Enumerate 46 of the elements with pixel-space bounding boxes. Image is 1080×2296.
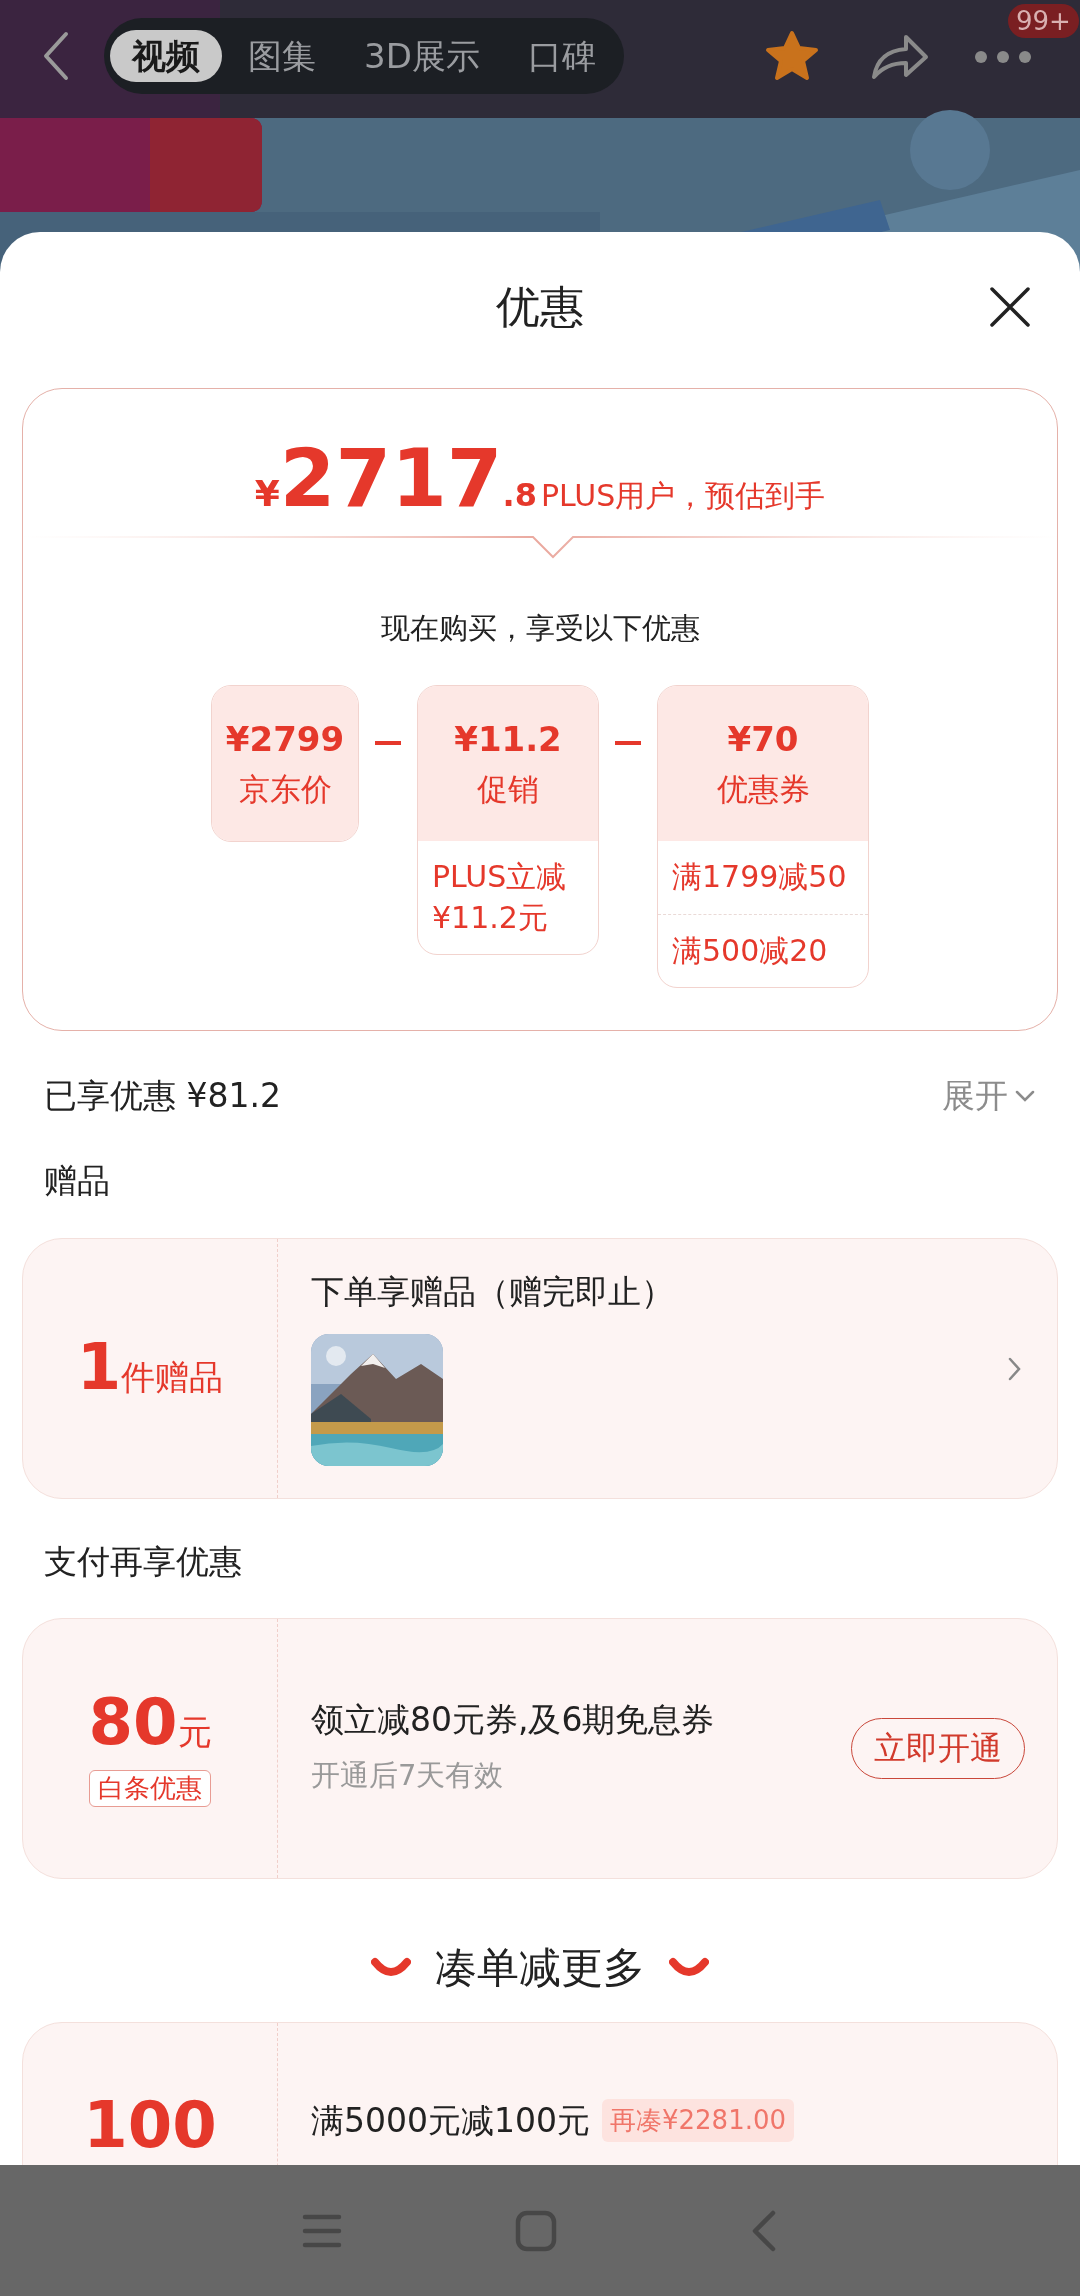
offer-tag: 白条优惠 — [89, 1769, 211, 1808]
gift-card[interactable]: 1件赠品 下单享赠品（赠完即止） — [22, 1238, 1058, 1499]
gift-count: 1 — [76, 1334, 122, 1399]
close-icon[interactable] — [988, 285, 1032, 329]
discount-detail: PLUS立减 ¥11.2元 — [431, 858, 568, 937]
tab[interactable]: 3D展示 — [342, 29, 502, 83]
amount: ¥2799 — [225, 718, 345, 760]
discount-detail: 满1799减50 — [671, 858, 848, 896]
offer-unit: 元 — [177, 1710, 212, 1754]
component-label: 优惠券 — [716, 771, 810, 809]
section-heading: 凑单减更多 — [435, 1941, 645, 1994]
star-icon[interactable] — [764, 29, 820, 83]
tab[interactable]: 口碑 — [505, 29, 618, 83]
more-icon[interactable] — [974, 49, 1032, 64]
offer-note: 开通后7天有效 — [311, 1757, 505, 1795]
gift-unit: 件赠品 — [121, 1356, 224, 1399]
expand-toggle[interactable]: 展开 — [942, 1071, 1036, 1121]
offer-tag: 再凑¥2281.00 — [602, 2099, 795, 2142]
saved-amount: 已享优惠 ¥81.2 — [44, 1076, 281, 1116]
subtitle: 现在购买，享受以下优惠 — [379, 610, 701, 647]
amount: ¥70 — [727, 718, 799, 760]
component-label: 京东价 — [238, 771, 332, 809]
offer-title: 满5000元减100元 — [311, 2099, 590, 2142]
offer-title: 领立减80元券,及6期免息券 — [311, 1699, 716, 1741]
price-note: PLUS用户，预估到手 — [540, 477, 826, 515]
smile-icon — [669, 1956, 709, 1978]
component-label: 促销 — [477, 771, 539, 809]
discount-detail: 满500减20 — [658, 913, 868, 987]
chevron-icon — [1014, 1088, 1036, 1104]
gift-title: 下单享赠品（赠完即止） — [311, 1270, 675, 1313]
price-integer: 2717 — [279, 439, 503, 519]
offer-amount: 100 — [83, 2093, 217, 2157]
price-decimal: .8 — [502, 475, 537, 516]
amount: ¥11.2 — [454, 718, 562, 760]
smile-icon — [371, 1956, 411, 1978]
sheet-title: 优惠 — [496, 280, 584, 334]
tab[interactable]: 图集 — [226, 29, 338, 83]
section-heading: 支付再享优惠 — [44, 1542, 242, 1582]
tab[interactable]: 视频 — [110, 29, 222, 83]
currency-sign: ¥ — [254, 472, 280, 516]
minus-icon — [375, 741, 401, 745]
chevron-icon — [1007, 1355, 1023, 1382]
section-heading: 赠品 — [44, 1161, 110, 1201]
minus-icon — [615, 741, 641, 745]
notification-badge: 99+ — [1008, 4, 1079, 38]
offer-amount: 80 — [88, 1689, 178, 1754]
